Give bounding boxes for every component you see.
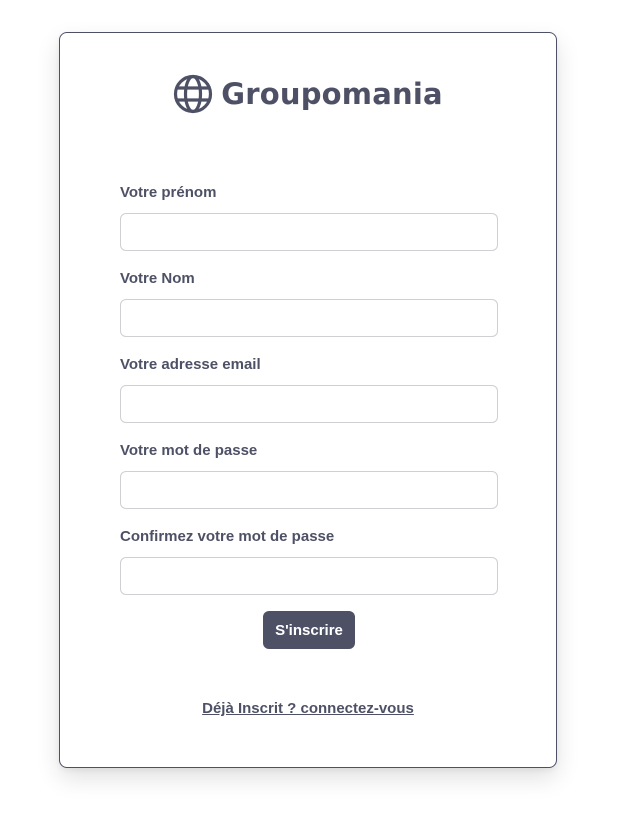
lastname-label: Votre Nom [120,270,195,287]
brand-name: Groupomania [221,77,443,111]
confirm-password-input[interactable] [120,557,498,595]
brand-logo: Groupomania [60,73,556,115]
password-label: Votre mot de passe [120,442,258,459]
field-confirm-password: Confirmez votre mot de passe [120,527,498,595]
field-firstname: Votre prénom [120,183,498,251]
confirm-password-label: Confirmez votre mot de passe [120,528,335,545]
signup-button[interactable]: S'inscrire [263,611,355,649]
field-email: Votre adresse email [120,355,498,423]
login-link[interactable]: Déjà Inscrit ? connectez-vous [60,700,556,717]
email-input[interactable] [120,385,498,423]
password-input[interactable] [120,471,498,509]
signup-card: Groupomania Votre prénom Votre Nom Votre… [59,32,557,768]
globe-icon [173,74,213,114]
lastname-input[interactable] [120,299,498,337]
email-label: Votre adresse email [120,356,261,373]
field-lastname: Votre Nom [120,269,498,337]
firstname-input[interactable] [120,213,498,251]
firstname-label: Votre prénom [120,184,217,201]
field-password: Votre mot de passe [120,441,498,509]
